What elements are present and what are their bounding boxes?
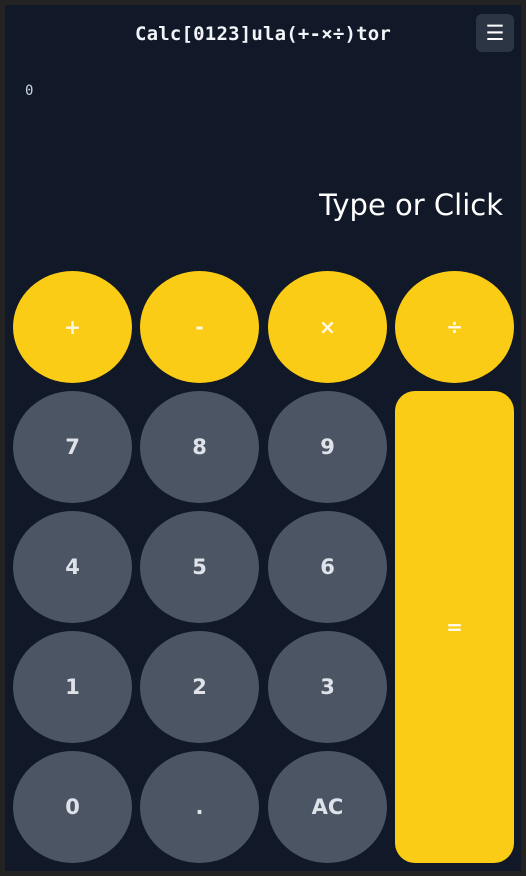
digit-0-button[interactable]: 0	[13, 751, 132, 863]
digit-4-button[interactable]: 4	[13, 511, 132, 623]
digit-8-button[interactable]: 8	[140, 391, 259, 503]
digit-3-button[interactable]: 3	[268, 631, 387, 743]
multiply-button[interactable]: ×	[268, 271, 387, 383]
digit-9-button[interactable]: 9	[268, 391, 387, 503]
digit-6-button[interactable]: 6	[268, 511, 387, 623]
equals-button[interactable]: =	[395, 391, 514, 863]
digit-7-button[interactable]: 7	[13, 391, 132, 503]
minus-button[interactable]: -	[140, 271, 259, 383]
menu-button[interactable]: ☰	[476, 14, 514, 52]
plus-button[interactable]: +	[13, 271, 132, 383]
decimal-button[interactable]: .	[140, 751, 259, 863]
divide-button[interactable]: ÷	[395, 271, 514, 383]
digit-2-button[interactable]: 2	[140, 631, 259, 743]
hamburger-menu-icon: ☰	[485, 20, 505, 45]
clear-button[interactable]: AC	[268, 751, 387, 863]
expression-display: 0	[25, 83, 34, 99]
digit-1-button[interactable]: 1	[13, 631, 132, 743]
app-title: Calc[0123]ula(+-×÷)tor	[134, 23, 392, 45]
result-display: Type or Click	[319, 188, 503, 222]
calculator-app: Calc[0123]ula(+-×÷)tor ☰ 0 Type or Click…	[5, 5, 521, 871]
digit-5-button[interactable]: 5	[140, 511, 259, 623]
